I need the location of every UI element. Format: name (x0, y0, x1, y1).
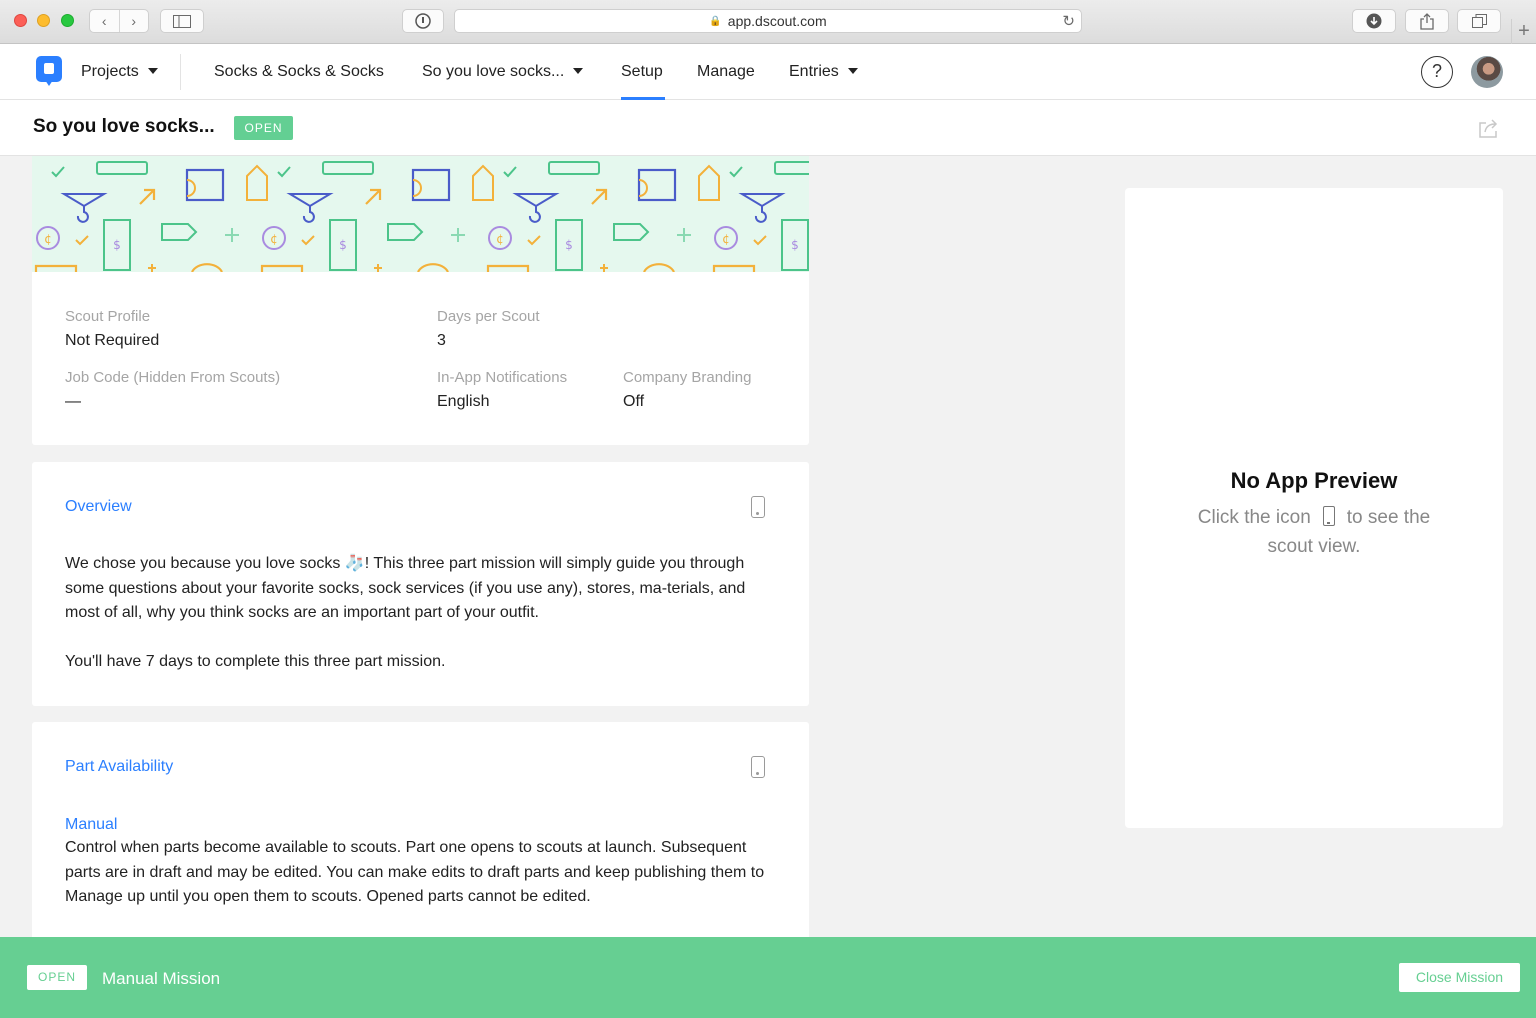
svg-text:$: $ (791, 238, 799, 252)
overview-title[interactable]: Overview (65, 498, 132, 516)
sock-emoji: 🧦 (344, 555, 365, 572)
tabs-icon[interactable] (1457, 9, 1501, 33)
status-badge: OPEN (234, 116, 293, 140)
mission-footer-bar: OPEN Manual Mission Close Mission (0, 937, 1536, 1018)
job-code-value: — (65, 393, 81, 410)
footer-status-badge: OPEN (27, 965, 87, 990)
days-per-scout-value: 3 (437, 332, 446, 349)
tab-setup[interactable]: Setup (621, 44, 663, 100)
part-availability-card: Part Availability Manual Control when pa… (32, 722, 809, 952)
availability-mode: Manual (65, 816, 118, 833)
close-window-button[interactable] (14, 14, 27, 27)
scout-profile-label: Scout Profile (65, 308, 151, 325)
days-per-scout-label: Days per Scout (437, 308, 540, 325)
mission-type: Manual Mission (102, 969, 221, 988)
preview-hint-end: to see the (1346, 507, 1431, 528)
availability-description: Control when parts become available to s… (65, 839, 765, 905)
notifications-value: English (437, 393, 490, 410)
mission-name: So you love socks... (422, 63, 565, 80)
scout-profile-value: Not Required (65, 332, 160, 349)
forward-icon[interactable]: › (120, 10, 149, 32)
preview-hint-line2: scout view. (1267, 536, 1361, 557)
tab-entries[interactable]: Entries (789, 44, 858, 100)
phone-icon (1322, 506, 1335, 526)
nav-divider (180, 54, 181, 90)
part-availability-title[interactable]: Part Availability (65, 758, 173, 776)
chevron-down-icon (847, 67, 858, 74)
svg-text:$: $ (565, 238, 573, 252)
download-icon[interactable] (1352, 9, 1396, 33)
new-tab-icon[interactable]: + (1511, 19, 1536, 44)
chevron-down-icon (147, 67, 158, 74)
reload-icon[interactable]: ↻ (1062, 12, 1075, 30)
company-branding-label: Company Branding (623, 369, 752, 386)
tab-entries-label: Entries (789, 63, 839, 80)
app-navbar: Projects Socks & Socks & Socks So you lo… (0, 44, 1536, 100)
back-icon[interactable]: ‹ (90, 10, 120, 32)
svg-text:¢: ¢ (44, 232, 52, 246)
url-text: app.dscout.com (727, 13, 827, 29)
minimize-window-button[interactable] (37, 14, 50, 27)
overview-days-note: You'll have 7 days to complete this thre… (65, 653, 446, 670)
svg-text:$: $ (113, 238, 121, 252)
preview-title: No App Preview (1230, 468, 1398, 493)
history-nav: ‹ › (89, 9, 149, 33)
overview-card: Overview We chose you because you love s… (32, 462, 809, 706)
mission-banner-image: ¢ $ ¢ $ ¢ $ ¢ $ (32, 156, 809, 272)
password-icon[interactable] (402, 9, 444, 33)
export-icon[interactable] (1478, 118, 1500, 138)
tab-manage[interactable]: Manage (697, 44, 755, 100)
preview-hint-start: Click the icon (1197, 507, 1311, 528)
chevron-down-icon (573, 67, 584, 74)
browser-toolbar: ‹ › 🔒 app.dscout.com ↻ + (0, 0, 1536, 44)
svg-text:¢: ¢ (722, 232, 730, 246)
overview-paragraph: We chose you because you love socks 🧦! T… (65, 552, 777, 626)
svg-text:¢: ¢ (270, 232, 278, 246)
overview-text-start: We chose you because you love socks (65, 555, 345, 572)
phone-icon[interactable] (751, 496, 765, 518)
svg-text:¢: ¢ (496, 232, 504, 246)
mission-header: So you love socks... OPEN (0, 100, 1536, 156)
preview-hint-line1: Click the icon to see the (1125, 506, 1503, 529)
sidebar-icon[interactable] (160, 9, 204, 33)
app-preview-panel: No App Preview Click the icon to see the … (1125, 188, 1503, 828)
company-branding-value: Off (623, 393, 645, 410)
page-title: So you love socks... (33, 116, 215, 137)
share-icon[interactable] (1405, 9, 1449, 33)
svg-text:$: $ (339, 238, 347, 252)
zoom-window-button[interactable] (61, 14, 74, 27)
help-icon[interactable]: ? (1421, 56, 1453, 88)
projects-dropdown[interactable]: Projects (81, 44, 158, 100)
address-bar[interactable]: 🔒 app.dscout.com ↻ (454, 9, 1082, 33)
project-name-link[interactable]: Socks & Socks & Socks (214, 44, 384, 100)
close-mission-button[interactable]: Close Mission (1399, 963, 1520, 992)
phone-icon[interactable] (751, 756, 765, 778)
projects-label: Projects (81, 63, 139, 80)
avatar[interactable] (1471, 56, 1503, 88)
dscout-logo[interactable] (36, 56, 62, 86)
mission-settings-card: Scout Profile Not Required Days per Scou… (32, 272, 809, 445)
mission-dropdown[interactable]: So you love socks... (422, 44, 584, 100)
notifications-label: In-App Notifications (437, 369, 568, 386)
lock-icon: 🔒 (709, 15, 722, 27)
job-code-label: Job Code (Hidden From Scouts) (65, 369, 281, 386)
